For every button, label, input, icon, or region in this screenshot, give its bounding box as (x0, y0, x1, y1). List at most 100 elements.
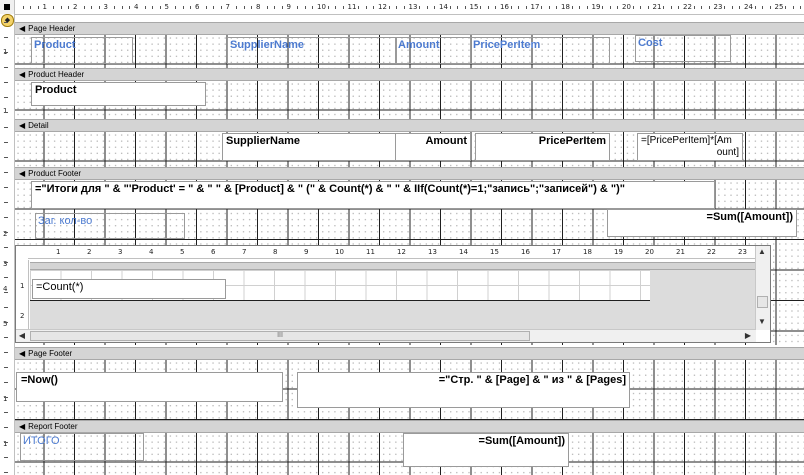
ruler-tick (632, 6, 634, 9)
amount-label[interactable]: Amount (395, 37, 471, 64)
ruler-number: 1 (3, 107, 8, 115)
scroll-thumb[interactable] (757, 296, 768, 308)
page-footer-section[interactable]: =Now() ="Стр. " & [Page] & " из " & [Pag… (15, 360, 804, 420)
supplier-name-field[interactable]: SupplierName (222, 133, 396, 161)
now-expression-field[interactable]: =Now() (16, 372, 283, 402)
ruler-number: 12 (397, 248, 406, 256)
ruler-tick (663, 6, 665, 9)
amount-field[interactable]: Amount (395, 133, 471, 161)
ruler-tick (495, 6, 497, 9)
ruler-number: 10 (335, 248, 344, 256)
page-header-section[interactable]: Product SupplierName Amount PricePerItem… (15, 35, 804, 68)
ruler-tick (205, 6, 207, 9)
ruler-number: 2 (73, 3, 78, 11)
ruler-tick (129, 6, 131, 9)
ruler-tick (4, 37, 8, 38)
ruler-tick (4, 172, 8, 173)
ruler-number: 5 (180, 248, 185, 256)
subreport-section-bar[interactable] (30, 262, 756, 270)
ruler-number: 11 (347, 3, 357, 11)
ruler-number: 14 (439, 3, 448, 11)
ruler-number: 14 (459, 248, 468, 256)
ruler-tick (800, 6, 802, 9)
scroll-thumb[interactable]: III (30, 331, 530, 341)
section-arrow-icon: ◀ (19, 70, 26, 79)
ruler-number: 5 (164, 3, 169, 11)
section-bar-product-footer[interactable]: ◀ Product Footer (15, 167, 804, 180)
section-bar-report-footer[interactable]: ◀ Report Footer (15, 420, 804, 433)
product-header-section[interactable]: Product (15, 81, 804, 119)
ruler-tick (4, 427, 8, 428)
supplier-name-label[interactable]: SupplierName (227, 37, 397, 64)
cost-expression-line: =[PricePerItem]*[Am (641, 135, 732, 146)
report-footer-section[interactable]: ИТОГО =Sum([Amount]) (15, 433, 804, 475)
ruler-number: 15 (490, 248, 499, 256)
report-sum-amount-field[interactable]: =Sum([Amount]) (403, 433, 569, 467)
ruler-tick (457, 6, 459, 9)
ruler-tick (4, 217, 8, 218)
ruler-tick (785, 6, 787, 9)
sum-amount-field[interactable]: =Sum([Amount]) (607, 209, 797, 237)
scroll-up-icon[interactable]: ▲ (756, 246, 768, 258)
ruler-tick (266, 6, 268, 9)
ruler-tick (4, 367, 8, 368)
count-label[interactable]: Заг. кол-во (35, 213, 185, 239)
section-bar-page-footer[interactable]: ◀ Page Footer (15, 347, 804, 360)
ruler-number: 11 (366, 248, 375, 256)
total-label[interactable]: ИТОГО (20, 433, 144, 461)
ruler-tick (518, 6, 520, 9)
ruler-number: 20 (645, 248, 654, 256)
summary-expression-field[interactable]: ="Итоги для " & "'Product' = " & " " & [… (31, 181, 715, 209)
scroll-down-icon[interactable]: ▼ (756, 316, 768, 328)
ruler-tick (243, 6, 245, 9)
ruler-tick (4, 187, 8, 188)
horizontal-ruler[interactable]: 1 2 3 4 5 6 7 8 9 10 11 12 13 14 15 16 17 18 19 20 21 22 23 24 2… (0, 0, 804, 15)
cost-expression-field[interactable]: =[PricePerItem]*[Am ount] (637, 133, 743, 161)
ruler-number: 18 (561, 3, 570, 11)
section-bar-page-header[interactable]: ◀ Page Header (15, 22, 804, 35)
ruler-tick (251, 6, 253, 9)
section-bar-detail[interactable]: ◀ Detail (15, 119, 804, 132)
ruler-tick (609, 6, 611, 9)
ruler-tick (312, 6, 314, 9)
ruler-number: 9 (286, 3, 291, 11)
ruler-number: 13 (408, 3, 418, 11)
section-bar-product-header[interactable]: ◀ Product Header (15, 68, 804, 81)
ruler-tick (91, 6, 93, 9)
ruler-tick (4, 457, 8, 458)
vertical-ruler[interactable]: ◆ 11234511 (0, 14, 15, 475)
scroll-left-icon[interactable]: ◀ (16, 330, 28, 342)
ruler-number: 23 (713, 3, 723, 11)
subreport-vertical-scrollbar[interactable]: ▲ ▼ (755, 246, 770, 330)
ruler-tick (335, 6, 337, 9)
ruler-tick (4, 142, 8, 143)
scroll-right-icon[interactable]: ▶ (742, 330, 754, 342)
price-per-item-field[interactable]: PricePerItem (475, 133, 610, 161)
ruler-tick (571, 6, 573, 9)
product-label[interactable]: Product (31, 37, 133, 64)
cost-label[interactable]: Cost (635, 35, 731, 62)
ruler-tick (373, 6, 375, 9)
ruler-number: 1 (56, 248, 61, 256)
subreport-control[interactable]: 1 2 3 4 5 6 7 8 9 10 11 12 13 14 15 16 17 18 19 20 21 22 23 12… (15, 245, 771, 343)
report-selector[interactable] (0, 0, 15, 14)
detail-section[interactable]: SupplierName Amount PricePerItem =[Price… (15, 132, 804, 167)
ruler-tick (731, 6, 733, 9)
section-arrow-icon: ◀ (19, 422, 26, 431)
ruler-tick (152, 6, 154, 9)
ruler-number: 10 (317, 3, 326, 11)
ruler-tick (236, 6, 238, 9)
subreport-horizontal-scrollbar[interactable]: ◀ III ▶ (16, 329, 756, 342)
ruler-tick (4, 127, 8, 128)
product-field[interactable]: Product (31, 82, 206, 106)
ruler-tick (739, 6, 741, 9)
ruler-tick (708, 6, 710, 9)
price-per-item-label[interactable]: PricePerItem (470, 37, 610, 64)
section-title: Detail (28, 121, 49, 130)
ruler-tick (83, 6, 85, 9)
subreport-count-field[interactable]: =Count(*) (32, 279, 226, 299)
section-selector-icon[interactable]: ◆ (1, 14, 14, 27)
page-number-expression-field[interactable]: ="Стр. " & [Page] & " из " & [Pages] (297, 372, 630, 408)
ruler-number: 24 (744, 3, 753, 11)
ruler-tick (4, 67, 8, 68)
